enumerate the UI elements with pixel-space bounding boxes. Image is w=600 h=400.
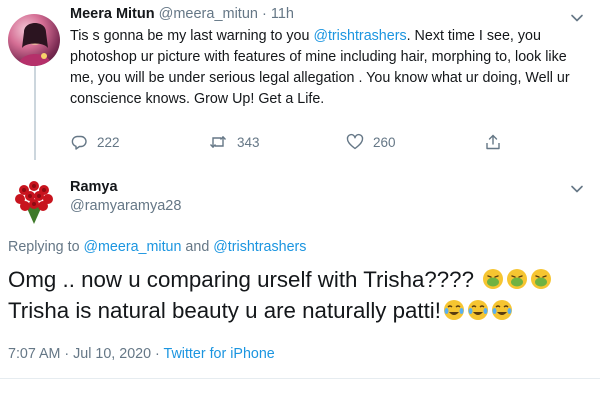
reply-author-handle[interactable]: @ramyaramya28 bbox=[70, 198, 181, 214]
tweet-source[interactable]: Twitter for iPhone bbox=[164, 346, 275, 362]
chevron-down-icon[interactable] bbox=[570, 11, 584, 25]
reply-author-name[interactable]: Ramya bbox=[70, 179, 118, 195]
replying-to: Replying to @meera_mitun and @trishtrash… bbox=[8, 239, 306, 255]
reply-line-2: Trisha is natural beauty u are naturally… bbox=[8, 295, 593, 326]
divider bbox=[0, 378, 600, 379]
reply-line-2-text: Trisha is natural beauty u are naturally… bbox=[8, 298, 441, 323]
reply-count: 222 bbox=[97, 134, 120, 150]
tweet-actions: 222 343 260 bbox=[70, 132, 530, 152]
avatar[interactable] bbox=[8, 14, 60, 66]
tweet-text-start: Tis s gonna be my last warning to you bbox=[70, 28, 314, 44]
replying-and: and bbox=[181, 239, 214, 255]
nauseated-face-icon bbox=[483, 269, 504, 289]
reply-button[interactable]: 222 bbox=[70, 132, 120, 152]
retweet-count: 343 bbox=[237, 134, 260, 150]
author-name[interactable]: Meera Mitun bbox=[70, 6, 155, 22]
reply-avatar[interactable] bbox=[8, 176, 60, 228]
retweet-icon bbox=[209, 136, 227, 148]
tweet-metadata: 7:07 AM · Jul 10, 2020 · Twitter for iPh… bbox=[8, 346, 275, 362]
share-icon bbox=[486, 134, 500, 150]
thread-connector-line bbox=[34, 62, 36, 160]
replying-mention-1[interactable]: @meera_mitun bbox=[84, 239, 182, 255]
tears-of-joy-icon bbox=[443, 300, 464, 320]
separator-dot: · bbox=[262, 6, 267, 22]
reply-line-1-text: Omg .. now u comparing urself with Trish… bbox=[8, 267, 474, 292]
reply-line-1: Omg .. now u comparing urself with Trish… bbox=[8, 264, 593, 295]
reply-text: Omg .. now u comparing urself with Trish… bbox=[8, 264, 593, 326]
tweet-time[interactable]: 11h bbox=[271, 6, 294, 22]
like-button[interactable]: 260 bbox=[346, 132, 396, 152]
tears-of-joy-icon bbox=[467, 300, 488, 320]
author-handle[interactable]: @meera_mitun bbox=[159, 6, 258, 22]
like-count: 260 bbox=[373, 134, 396, 150]
profile-photo-icon bbox=[18, 23, 52, 66]
tweet-text: Tis s gonna be my last warning to you @t… bbox=[70, 26, 585, 110]
tears-of-joy-icon bbox=[491, 300, 512, 320]
tweet-header: Meera Mitun @meera_mitun · 11h bbox=[70, 6, 294, 26]
nauseated-face-icon bbox=[531, 269, 552, 289]
replying-mention-2[interactable]: @trishtrashers bbox=[213, 239, 306, 255]
nauseated-face-icon bbox=[507, 269, 528, 289]
chevron-down-icon[interactable] bbox=[570, 182, 584, 196]
replying-prefix: Replying to bbox=[8, 239, 84, 255]
parent-tweet[interactable]: Meera Mitun @meera_mitun · 11h Tis s gon… bbox=[0, 0, 600, 160]
like-icon bbox=[346, 133, 364, 150]
share-button[interactable] bbox=[484, 132, 502, 152]
reply-icon bbox=[71, 135, 87, 150]
rose-bouquet-icon bbox=[8, 176, 60, 228]
mention-link[interactable]: @trishtrashers bbox=[313, 28, 406, 44]
tweet-timestamp[interactable]: 7:07 AM · Jul 10, 2020 · bbox=[8, 346, 164, 362]
retweet-button[interactable]: 343 bbox=[208, 132, 260, 152]
tweet-thread: Meera Mitun @meera_mitun · 11h Tis s gon… bbox=[0, 0, 600, 400]
